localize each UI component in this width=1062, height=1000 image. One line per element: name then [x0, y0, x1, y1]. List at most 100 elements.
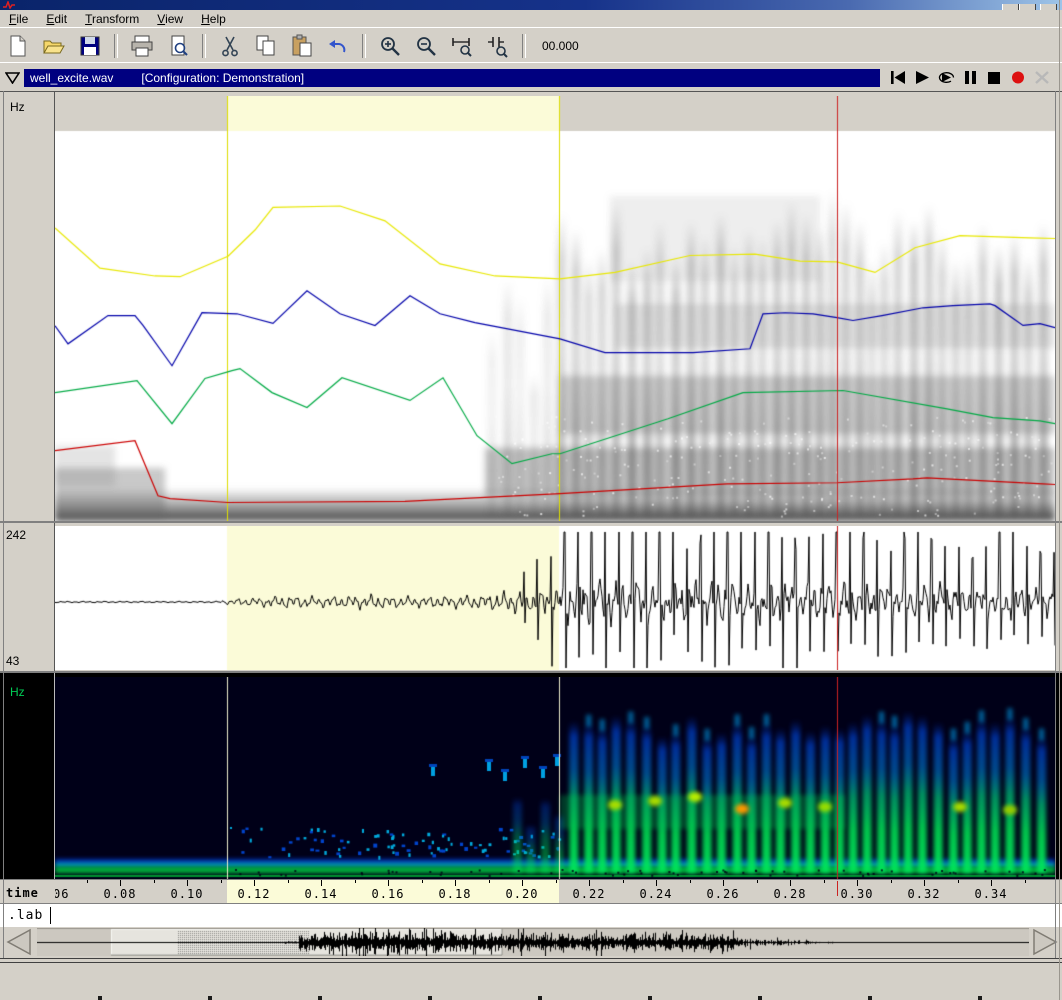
transcription-row[interactable]: .lab: [0, 903, 1062, 929]
time-tick-label: 0.08: [104, 887, 137, 901]
play-loop-button[interactable]: [934, 69, 958, 87]
undo-button[interactable]: [324, 33, 352, 59]
stop-button[interactable]: [982, 69, 1006, 87]
frame-edge: [1055, 91, 1056, 958]
color-spectrogram-canvas[interactable]: [55, 677, 1055, 879]
play-loop-icon: [938, 70, 955, 86]
time-major-tick: [790, 880, 791, 886]
skip-to-start-button[interactable]: [886, 69, 910, 87]
frame-edge: [1059, 0, 1060, 1000]
menu-item-transform[interactable]: Transform: [76, 11, 148, 27]
time-tick-label: 0.18: [439, 887, 472, 901]
record-button[interactable]: [1006, 69, 1030, 87]
collapse-pane-button[interactable]: [0, 68, 24, 88]
application-window: FileEditTransformViewHelp 00.000 well_ex…: [0, 0, 1062, 1000]
taskbar-button-edge: [428, 996, 432, 1000]
time-major-tick: [589, 880, 590, 886]
time-minor-tick: [1025, 880, 1026, 883]
toolbar-separator: [522, 34, 526, 58]
file-name: well_excite.wav: [30, 71, 113, 85]
time-minor-tick: [824, 880, 825, 883]
waveform-panel: 242 43: [0, 521, 1062, 673]
taskbar-button-edge: [648, 996, 652, 1000]
print-preview-button[interactable]: [164, 33, 192, 59]
app-icon: [3, 1, 15, 9]
menu-bar: FileEditTransformViewHelp: [0, 10, 1062, 28]
taskbar-button-edge: [98, 996, 102, 1000]
taskbar-button-edge: [978, 996, 982, 1000]
time-tick-label: 0.12: [238, 887, 271, 901]
time-tick-label: 0.30: [841, 887, 874, 901]
menu-item-view[interactable]: View: [148, 11, 192, 27]
menu-item-file[interactable]: File: [0, 11, 37, 27]
file-bar: well_excite.wav [Configuration: Demonstr…: [0, 62, 1062, 92]
zoom-all-button[interactable]: [484, 33, 512, 59]
print-button[interactable]: [128, 33, 156, 59]
new-document-button[interactable]: [4, 33, 32, 59]
file-title-bar[interactable]: well_excite.wav [Configuration: Demonstr…: [24, 69, 880, 87]
paste-button[interactable]: [288, 33, 316, 59]
cut-button[interactable]: [216, 33, 244, 59]
waveform-min-value: 43: [6, 654, 19, 668]
time-axis: time 0.060.080.100.120.140.160.180.200.2…: [0, 879, 1062, 904]
zoom-in-icon: [378, 34, 402, 58]
stop-icon: [986, 70, 1003, 86]
time-tick-label: 0.24: [640, 887, 673, 901]
zoom-all-icon: [486, 34, 510, 58]
formant-spectrogram-canvas[interactable]: [55, 96, 1055, 521]
zoom-selection-button[interactable]: [448, 33, 476, 59]
taskbar-button-edge: [208, 996, 212, 1000]
title-bar[interactable]: [0, 0, 1062, 10]
time-minor-tick: [623, 880, 624, 883]
time-tick-label: 0.22: [573, 887, 606, 901]
open-button[interactable]: [40, 33, 68, 59]
time-minor-tick: [891, 880, 892, 883]
pause-button[interactable]: [958, 69, 982, 87]
time-tick-label: 0.14: [305, 887, 338, 901]
save-button[interactable]: [76, 33, 104, 59]
play-button[interactable]: [910, 69, 934, 87]
time-major-tick: [991, 880, 992, 886]
open-icon: [42, 34, 66, 58]
time-tick-label: 0.32: [908, 887, 941, 901]
copy-icon: [254, 34, 278, 58]
skip-to-start-icon: [890, 70, 907, 86]
menu-item-edit[interactable]: Edit: [37, 11, 76, 27]
zoom-in-button[interactable]: [376, 33, 404, 59]
time-major-tick: [455, 880, 456, 886]
overview-scrollbar: [0, 927, 1062, 958]
taskbar-button-edge: [868, 996, 872, 1000]
zoom-out-button[interactable]: [412, 33, 440, 59]
taskbar-button-edge: [758, 996, 762, 1000]
copy-button[interactable]: [252, 33, 280, 59]
time-axis-scale[interactable]: 0.060.080.100.120.140.160.180.200.220.24…: [55, 880, 1055, 904]
time-major-tick: [120, 880, 121, 886]
time-tick-label: 0.06: [55, 887, 69, 901]
time-tick-label: 0.10: [171, 887, 204, 901]
scroll-left-button[interactable]: [4, 928, 34, 956]
separator: [0, 958, 1062, 963]
time-minor-tick: [87, 880, 88, 883]
close-button[interactable]: [1030, 69, 1054, 87]
new-document-icon: [6, 34, 30, 58]
time-readout: 00.000: [542, 39, 579, 53]
time-major-tick: [388, 880, 389, 886]
taskbar-button-edge: [538, 996, 542, 1000]
record-icon: [1010, 70, 1027, 86]
save-icon: [78, 34, 102, 58]
arrow-right-icon: [1034, 930, 1056, 954]
menu-item-help[interactable]: Help: [192, 11, 235, 27]
print-preview-icon: [166, 34, 190, 58]
time-tick-label: 0.26: [707, 887, 740, 901]
toolbar-separator: [114, 34, 118, 58]
time-tick-label: 0.16: [372, 887, 405, 901]
toolbar-separator: [202, 34, 206, 58]
time-minor-tick: [355, 880, 356, 883]
toolbar: 00.000: [0, 27, 1062, 64]
waveform-canvas[interactable]: [55, 526, 1055, 670]
frame-edge: [3, 91, 4, 958]
time-major-tick: [656, 880, 657, 886]
play-icon: [914, 70, 931, 86]
scrollbar-track-canvas[interactable]: [37, 928, 1029, 956]
cut-icon: [218, 34, 242, 58]
